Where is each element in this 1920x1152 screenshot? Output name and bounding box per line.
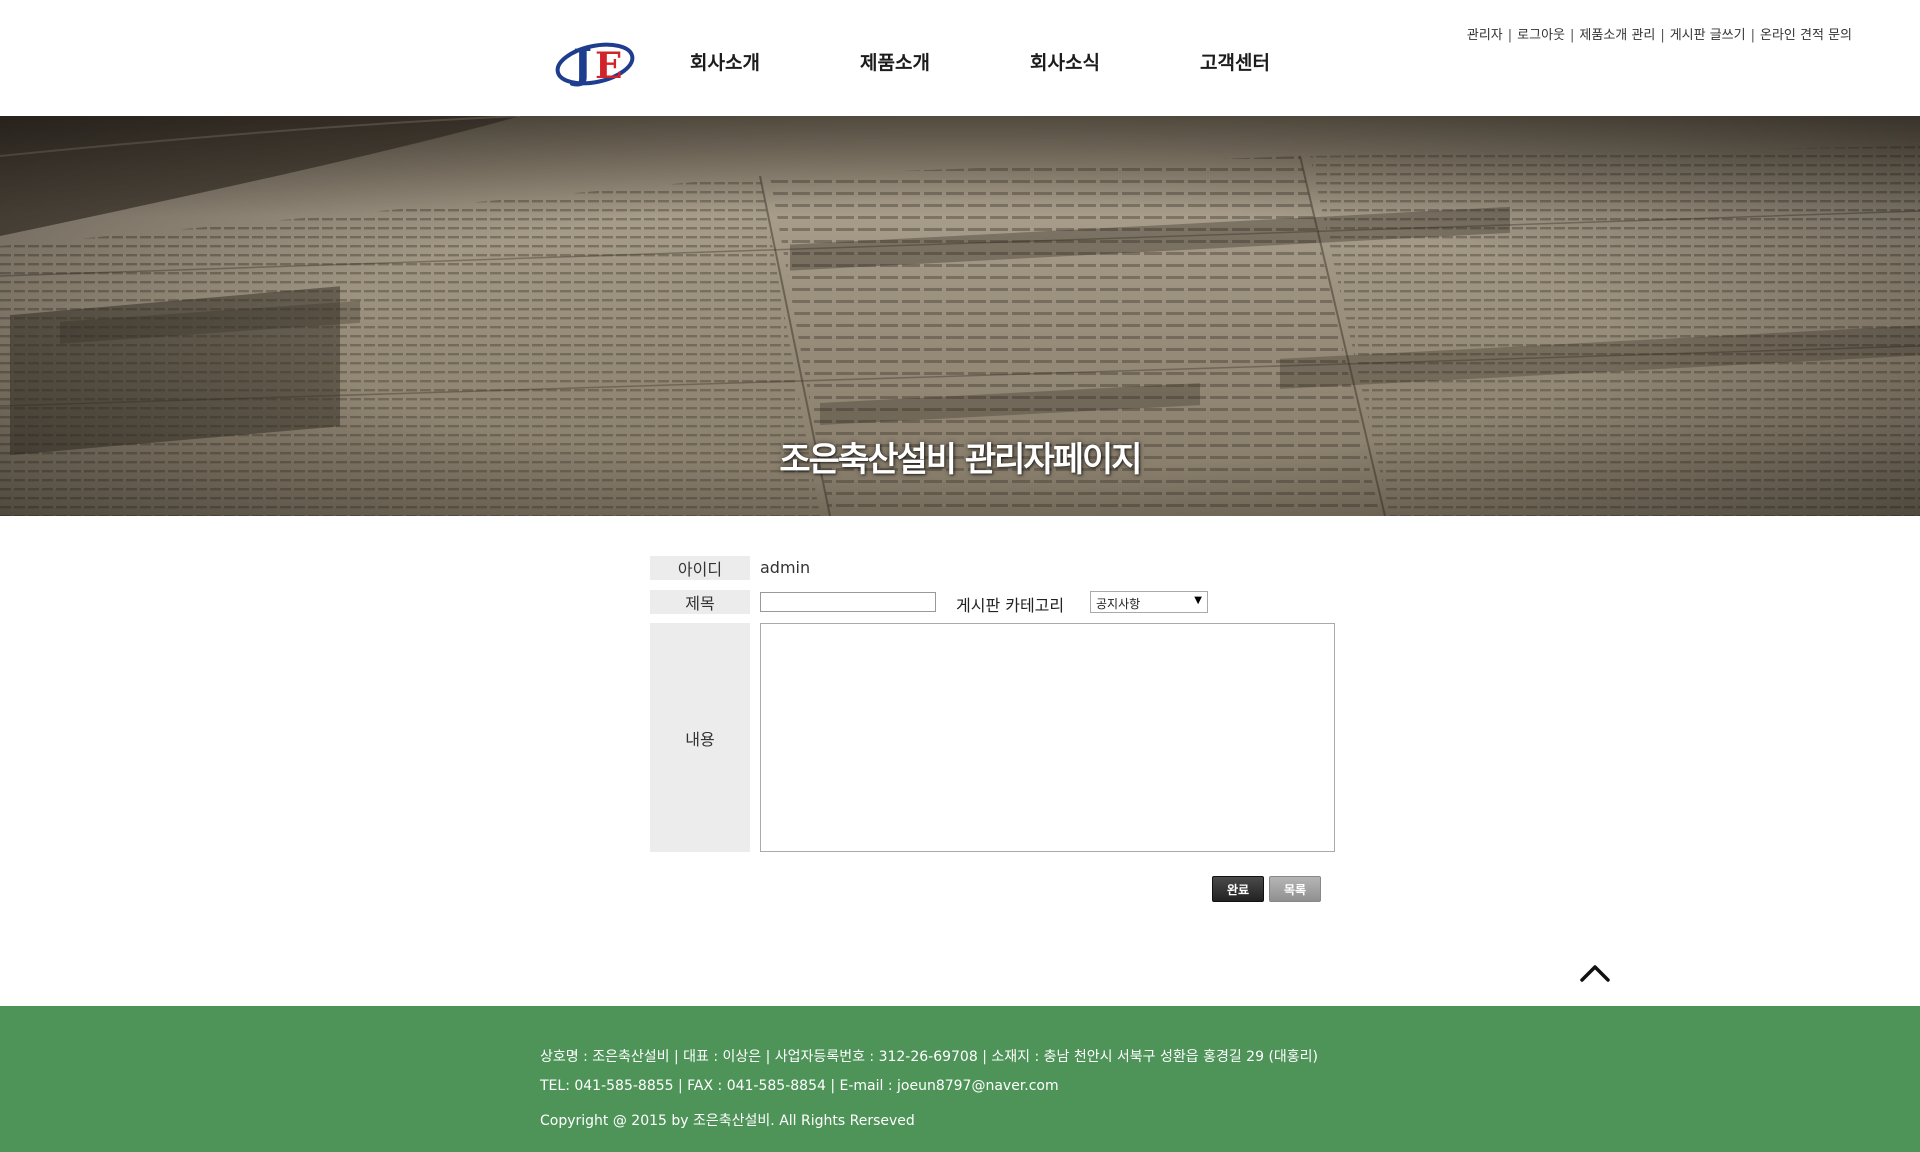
util-link-board-write[interactable]: 게시판 글쓰기 — [1670, 28, 1746, 43]
id-label: 아이디 — [650, 556, 750, 580]
util-link-online-quote[interactable]: 온라인 견적 문의 — [1760, 28, 1852, 43]
id-value: admin — [760, 558, 811, 577]
footer-company-info: 상호명 : 조은축산설비 | 대표 : 이상은 | 사업자등록번호 : 312-… — [540, 1049, 1319, 1065]
hero-title: 조은축산설비 관리자페이지 — [779, 440, 1142, 480]
category-selected-value: 공지사항 — [1096, 597, 1141, 611]
nav-company-news[interactable]: 회사소식 — [1030, 48, 1100, 75]
util-separator: | — [1570, 28, 1575, 43]
util-link-product-admin[interactable]: 제품소개 관리 — [1579, 28, 1655, 43]
nav-products[interactable]: 제품소개 — [860, 48, 930, 75]
list-button[interactable]: 목록 — [1269, 876, 1321, 902]
chevron-up-icon — [1580, 965, 1610, 982]
hero-banner: 조은축산설비 관리자페이지 — [0, 116, 1920, 516]
footer-contact-info: TEL: 041-585-8855 | FAX : 041-585-8854 |… — [540, 1078, 1059, 1094]
title-input[interactable] — [760, 592, 936, 612]
util-link-admin[interactable]: 관리자 — [1467, 28, 1503, 43]
board-write-form: 아이디 admin 제목 게시판 카테고리 공지사항 ▼ 내용 완료 목록 — [650, 556, 1340, 916]
utility-links: 관리자 | 로그아웃 | 제품소개 관리 | 게시판 글쓰기 | 온라인 견적 문의 — [1467, 24, 1852, 43]
util-separator: | — [1750, 28, 1755, 43]
svg-text:E: E — [595, 45, 622, 87]
util-separator: | — [1660, 28, 1665, 43]
nav-customer-center[interactable]: 고객센터 — [1200, 48, 1270, 75]
content-textarea[interactable] — [760, 623, 1335, 852]
company-logo[interactable]: J E — [555, 34, 637, 88]
caret-down-icon: ▼ — [1194, 595, 1202, 606]
content-label: 내용 — [650, 623, 750, 852]
svg-text:J: J — [570, 41, 592, 88]
category-label: 게시판 카테고리 — [956, 596, 1065, 615]
footer-copyright: Copyright @ 2015 by 조은축산설비. All Rights R… — [540, 1113, 915, 1129]
title-label: 제목 — [650, 590, 750, 614]
scroll-top-button[interactable] — [1578, 962, 1612, 984]
util-separator: | — [1507, 28, 1513, 43]
site-footer: 상호명 : 조은축산설비 | 대표 : 이상은 | 사업자등록번호 : 312-… — [0, 1006, 1920, 1152]
util-link-logout[interactable]: 로그아웃 — [1517, 28, 1565, 43]
submit-button[interactable]: 완료 — [1212, 876, 1264, 902]
nav-company-intro[interactable]: 회사소개 — [690, 48, 760, 75]
site-header: J E 회사소개 제품소개 회사소식 고객센터 관리자 | 로그아웃 | 제품소개 관리… — [0, 0, 1920, 116]
category-select[interactable]: 공지사항 ▼ — [1090, 591, 1208, 613]
